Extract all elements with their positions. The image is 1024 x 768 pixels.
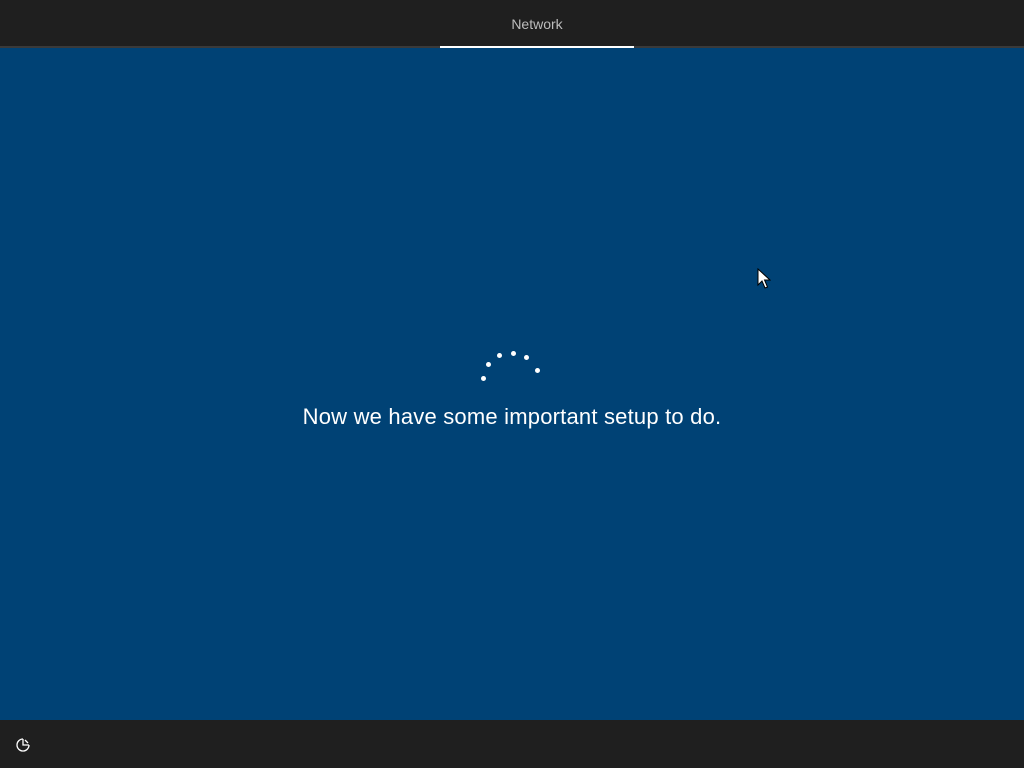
- spinner-dot: [511, 351, 516, 356]
- spinner-dot: [524, 355, 529, 360]
- spinner-dot: [481, 376, 486, 381]
- oobe-screen: Network Now we have some important setup…: [0, 0, 1024, 768]
- mouse-pointer-icon: [757, 268, 771, 289]
- tab-network: Network: [440, 0, 634, 48]
- loading-dots-icon: [470, 298, 554, 382]
- ease-of-access-button[interactable]: [10, 732, 36, 758]
- spinner-dot: [535, 368, 540, 373]
- tab-network-label: Network: [511, 16, 563, 32]
- spinner-dot: [497, 353, 502, 358]
- status-message: Now we have some important setup to do.: [302, 404, 722, 429]
- main-content: Now we have some important setup to do.: [0, 48, 1024, 720]
- bottom-bar: [0, 720, 1024, 768]
- top-progress-bar: Network: [0, 0, 1024, 48]
- ease-of-access-icon: [16, 738, 30, 752]
- spinner-dot: [486, 362, 491, 367]
